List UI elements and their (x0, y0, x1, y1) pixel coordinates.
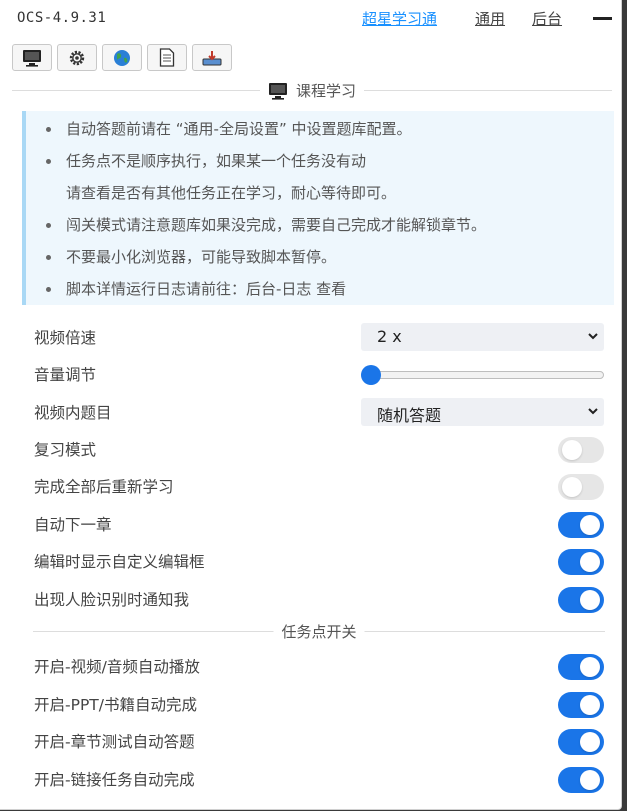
toggle-label: 出现人脸识别时通知我 (34, 591, 190, 609)
notice-item: 不要最小化浏览器，可能导致脚本暂停。 (46, 241, 614, 273)
task-section-title: 任务点开关 (273, 621, 365, 642)
toggle-knob (580, 552, 600, 572)
quiz-autoanswer-toggle[interactable] (558, 729, 604, 755)
video-autoplay-toggle[interactable] (558, 654, 604, 680)
toggle-label: 开启-章节测试自动答题 (34, 733, 195, 751)
slider-thumb[interactable] (361, 365, 381, 385)
custom-editor-toggle[interactable] (558, 549, 604, 575)
review-mode-toggle[interactable] (558, 437, 604, 463)
notice-item: 自动答题前请在 “通用-全局设置” 中设置题库配置。 (46, 113, 614, 145)
notice-item: 任务点不是顺序执行，如果某一个任务没有动 (46, 145, 614, 177)
task-toggle-row-link: 开启-链接任务自动完成 (34, 765, 604, 795)
toggle-label: 开启-链接任务自动完成 (34, 771, 195, 789)
task-toggle-row-quiz: 开启-章节测试自动答题 (34, 727, 604, 757)
notice-item-continued: 请查看是否有其他任务正在学习，耐心等待即可。 (66, 184, 397, 202)
toggle-knob (580, 657, 600, 677)
volume-slider[interactable] (361, 365, 604, 385)
question-label: 视频内题目 (34, 404, 112, 422)
task-toggle-row-video: 开启-视频/音频自动播放 (34, 652, 604, 682)
toggle-knob (580, 770, 600, 790)
task-toggle-row-ppt: 开启-PPT/书籍自动完成 (34, 690, 604, 720)
speed-select[interactable]: 2 x (361, 323, 604, 351)
notice-box: 自动答题前请在 “通用-全局设置” 中设置题库配置。 任务点不是顺序执行，如果某… (22, 111, 614, 305)
volume-label: 音量调节 (34, 366, 97, 384)
tray-icon (202, 50, 222, 65)
speed-value: 2 x (377, 327, 402, 346)
link-autocomplete-toggle[interactable] (558, 767, 604, 793)
app-title: OCS-4.9.31 (17, 10, 107, 26)
nav-chaoxing[interactable]: 超星学习通 (362, 8, 437, 29)
chevron-down-icon (588, 333, 598, 340)
task-section-header: 任务点开关 (33, 621, 605, 642)
speed-label: 视频倍速 (34, 329, 97, 347)
panel-header: OCS-4.9.31 超星学习通 通用 后台 (0, 0, 621, 38)
speed-row: 视频倍速 2 x (34, 323, 604, 353)
notice-item: 脚本详情运行日志请前往：后台-日志 查看 (46, 273, 614, 305)
monitor-icon (23, 49, 41, 67)
question-row: 视频内题目 随机答题 (34, 398, 604, 428)
toggle-row-next-chapter: 自动下一章 (34, 510, 604, 540)
chevron-down-icon (588, 408, 598, 415)
toggle-knob (580, 590, 600, 610)
toggle-knob (562, 477, 582, 497)
notice-list: 自动答题前请在 “通用-全局设置” 中设置题库配置。 任务点不是顺序执行，如果某… (26, 111, 614, 305)
nav-general[interactable]: 通用 (475, 8, 505, 29)
notice-item: 闯关模式请注意题库如果没完成，需要自己完成才能解锁章节。 (46, 209, 614, 241)
toggle-label: 编辑时显示自定义编辑框 (34, 553, 205, 571)
task-section-title-text: 任务点开关 (281, 623, 357, 641)
document-icon (159, 48, 175, 67)
section-title-text: 课程学习 (295, 82, 357, 100)
toggle-knob (580, 515, 600, 535)
toggle-label: 完成全部后重新学习 (34, 478, 174, 496)
course-section-header: 课程学习 (12, 80, 612, 101)
globe-icon (114, 49, 130, 66)
question-select[interactable]: 随机答题 (361, 398, 604, 426)
face-notify-toggle[interactable] (558, 587, 604, 613)
tray-button[interactable] (192, 44, 232, 71)
slider-track (361, 371, 604, 379)
gear-icon (69, 50, 85, 65)
restudy-toggle[interactable] (558, 474, 604, 500)
toggle-label: 复习模式 (34, 441, 97, 459)
ppt-autocomplete-toggle[interactable] (558, 692, 604, 718)
toggle-row-editor: 编辑时显示自定义编辑框 (34, 547, 604, 577)
question-value: 随机答题 (377, 406, 442, 425)
monitor-icon (268, 82, 287, 100)
web-button[interactable] (102, 44, 142, 71)
toggle-label: 自动下一章 (34, 516, 112, 534)
minimize-icon[interactable] (593, 17, 612, 20)
toggle-label: 开启-PPT/书籍自动完成 (34, 696, 197, 714)
settings-button[interactable] (57, 44, 97, 71)
toggle-knob (562, 440, 582, 460)
toggle-knob (580, 695, 600, 715)
toggle-label: 开启-视频/音频自动播放 (34, 658, 200, 676)
toggle-row-face: 出现人脸识别时通知我 (34, 585, 604, 615)
nav-backend[interactable]: 后台 (532, 8, 562, 29)
toggle-row-restudy: 完成全部后重新学习 (34, 472, 604, 502)
toggle-row-review: 复习模式 (34, 435, 604, 465)
course-button[interactable] (12, 44, 52, 71)
volume-row: 音量调节 (34, 360, 604, 390)
toggle-knob (580, 732, 600, 752)
section-title: 课程学习 (259, 80, 365, 101)
ocs-panel: OCS-4.9.31 超星学习通 通用 后台 课程学习 自动答题前请在 “通用-… (0, 0, 622, 810)
document-button[interactable] (147, 44, 187, 71)
next-chapter-toggle[interactable] (558, 512, 604, 538)
